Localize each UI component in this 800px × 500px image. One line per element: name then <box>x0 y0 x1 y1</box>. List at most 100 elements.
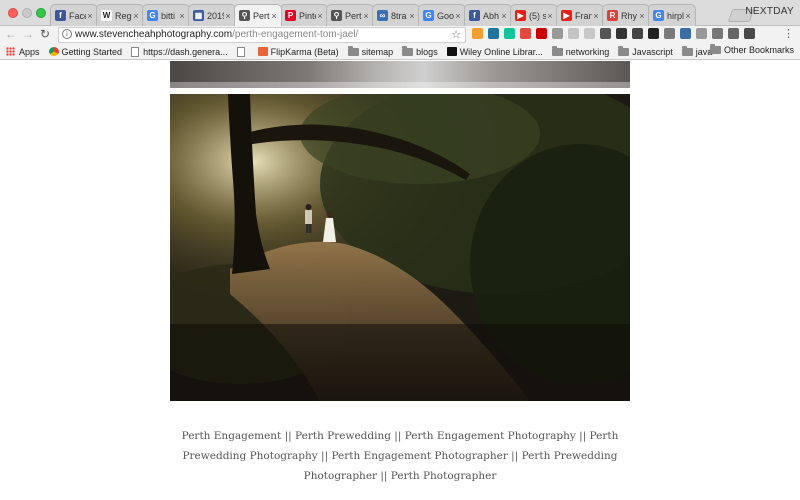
chrome-menu-icon[interactable]: ⋮ <box>783 28 794 40</box>
bookmark-item[interactable]: sitemap <box>347 45 394 57</box>
bookmark-label: blogs <box>416 46 438 57</box>
profile-name[interactable]: NEXTDAY <box>745 6 794 17</box>
browser-tab[interactable]: ⚲ Pert × <box>234 4 282 26</box>
tab-title: Rhy <box>621 10 638 21</box>
extension-icons <box>472 28 760 39</box>
youtube-icon: ▶ <box>561 10 572 21</box>
address-bar[interactable]: i www.stevencheahphotography.com/perth-e… <box>58 27 466 43</box>
browser-tab[interactable]: ∞ 8tra × <box>372 4 420 26</box>
window-minimize-button[interactable] <box>22 8 32 18</box>
browser-tab[interactable]: Gbitti × <box>142 4 190 26</box>
close-tab-icon[interactable]: × <box>454 11 462 21</box>
page-viewport: Perth Engagement || Perth Prewedding || … <box>0 61 800 500</box>
bookmark-item[interactable]: https://dash.genera... <box>131 46 228 57</box>
browser-tab[interactable]: ▶ (5) s × <box>510 4 558 26</box>
close-tab-icon[interactable]: × <box>684 11 692 21</box>
browser-tab[interactable]: W Regi × <box>96 4 144 26</box>
google-icon: G <box>147 10 158 21</box>
bookmark-label: Apps <box>19 46 40 57</box>
close-tab-icon[interactable]: × <box>592 11 600 21</box>
browser-tab[interactable]: R Rhy × <box>602 4 650 26</box>
close-tab-icon[interactable]: × <box>500 11 508 21</box>
tab-title: hirpl <box>667 10 684 21</box>
bookmark-label: Getting Started <box>61 46 123 57</box>
window-close-button[interactable] <box>8 8 18 18</box>
bookmark-item[interactable]: networking <box>551 45 610 57</box>
extension-icon[interactable] <box>744 28 755 39</box>
bookmark-item[interactable]: Getting Started <box>48 46 123 57</box>
close-tab-icon[interactable]: × <box>316 11 324 21</box>
forward-arrow-icon[interactable]: → <box>21 27 35 42</box>
bookmark-label: networking <box>565 46 610 57</box>
close-tab-icon[interactable]: × <box>86 11 94 21</box>
bookmarks-bar: Apps Getting Started https://dash.genera..… <box>0 44 800 60</box>
close-tab-icon[interactable]: × <box>546 11 554 21</box>
extension-icon[interactable] <box>488 28 499 39</box>
apps-grid-icon <box>6 47 15 56</box>
bookmark-label: sitemap <box>361 46 394 57</box>
bookmark-item[interactable]: Wiley Online Librar... <box>446 47 543 57</box>
browser-tab[interactable]: fFace× <box>50 4 98 26</box>
browser-tab[interactable]: ▶ Fran × <box>556 4 604 26</box>
wiley-icon <box>446 47 457 56</box>
browser-tab[interactable]: ▦2019× <box>188 4 236 26</box>
tab-title: Pert <box>253 10 270 21</box>
other-bookmarks-folder[interactable]: Other Bookmarks <box>709 44 794 55</box>
extension-icon[interactable] <box>728 28 739 39</box>
google-icon: G <box>653 10 664 21</box>
extension-icon[interactable] <box>696 28 707 39</box>
close-tab-icon[interactable]: × <box>638 11 646 21</box>
photo-caption: Perth Engagement || Perth Prewedding || … <box>181 430 619 482</box>
extension-icon[interactable] <box>568 28 579 39</box>
close-tab-icon[interactable]: × <box>132 11 140 21</box>
bookmark-item[interactable]: Apps <box>6 47 40 57</box>
extension-icon[interactable] <box>520 28 531 39</box>
extension-icon[interactable] <box>616 28 627 39</box>
bookmark-star-icon[interactable]: ☆ <box>451 28 461 42</box>
google-icon: G <box>423 10 434 21</box>
extension-icon[interactable] <box>664 28 675 39</box>
extension-icon[interactable] <box>712 28 723 39</box>
extension-icon[interactable] <box>632 28 643 39</box>
extension-icon[interactable] <box>680 28 691 39</box>
browser-tab[interactable]: G Goo × <box>418 4 466 26</box>
folder-icon <box>402 45 414 56</box>
tab-list: fFace×WRegi×Gbitti×▦2019×⚲Pert×PPinte×⚲P… <box>50 4 696 26</box>
link-icon: ∞ <box>377 10 388 21</box>
extension-icon[interactable] <box>600 28 611 39</box>
tab-title: Fran <box>575 10 592 21</box>
extension-icon[interactable] <box>552 28 563 39</box>
extension-icon[interactable] <box>584 28 595 39</box>
close-tab-icon[interactable]: × <box>408 11 416 21</box>
browser-toolbar: ← → ↻ i www.stevencheahphotography.com/p… <box>0 26 800 44</box>
close-tab-icon[interactable]: × <box>362 11 370 21</box>
folder-icon <box>618 45 630 56</box>
page-icon <box>131 46 140 57</box>
bookmark-item[interactable]: blogs <box>402 45 438 57</box>
bookmark-item[interactable]: Javascript <box>618 45 673 57</box>
extension-icon[interactable] <box>536 28 547 39</box>
close-tab-icon[interactable]: × <box>224 11 232 21</box>
bookmark-item[interactable] <box>236 46 249 57</box>
extension-icon[interactable] <box>504 28 515 39</box>
location-pin-icon: ⚲ <box>331 10 342 21</box>
bookmark-item[interactable]: FlipKarma (Beta) <box>257 46 339 57</box>
site-info-icon[interactable]: i <box>62 29 72 39</box>
browser-tab[interactable]: Ghirpl × <box>648 4 696 26</box>
browser-tab[interactable]: f Abh × <box>464 4 512 26</box>
bookmark-label: FlipKarma (Beta) <box>270 46 339 57</box>
tab-title: Goo <box>437 10 454 21</box>
browser-tab[interactable]: PPinte× <box>280 4 328 26</box>
window-fullscreen-button[interactable] <box>36 8 46 18</box>
tab-title: bitti <box>161 10 176 21</box>
extension-icon[interactable] <box>648 28 659 39</box>
back-arrow-icon[interactable]: ← <box>4 27 18 42</box>
extension-icon[interactable] <box>472 28 483 39</box>
close-tab-icon[interactable]: × <box>178 11 186 21</box>
close-tab-icon[interactable]: × <box>270 11 278 21</box>
browser-tab[interactable]: ⚲ Pert × <box>326 4 374 26</box>
url-path: /perth-engagement-tom-jael/ <box>232 29 359 40</box>
reload-icon[interactable]: ↻ <box>38 27 52 42</box>
url-domain: www.stevencheahphotography.com <box>75 29 233 40</box>
browser-tab-strip: fFace×WRegi×Gbitti×▦2019×⚲Pert×PPinte×⚲P… <box>0 0 800 26</box>
